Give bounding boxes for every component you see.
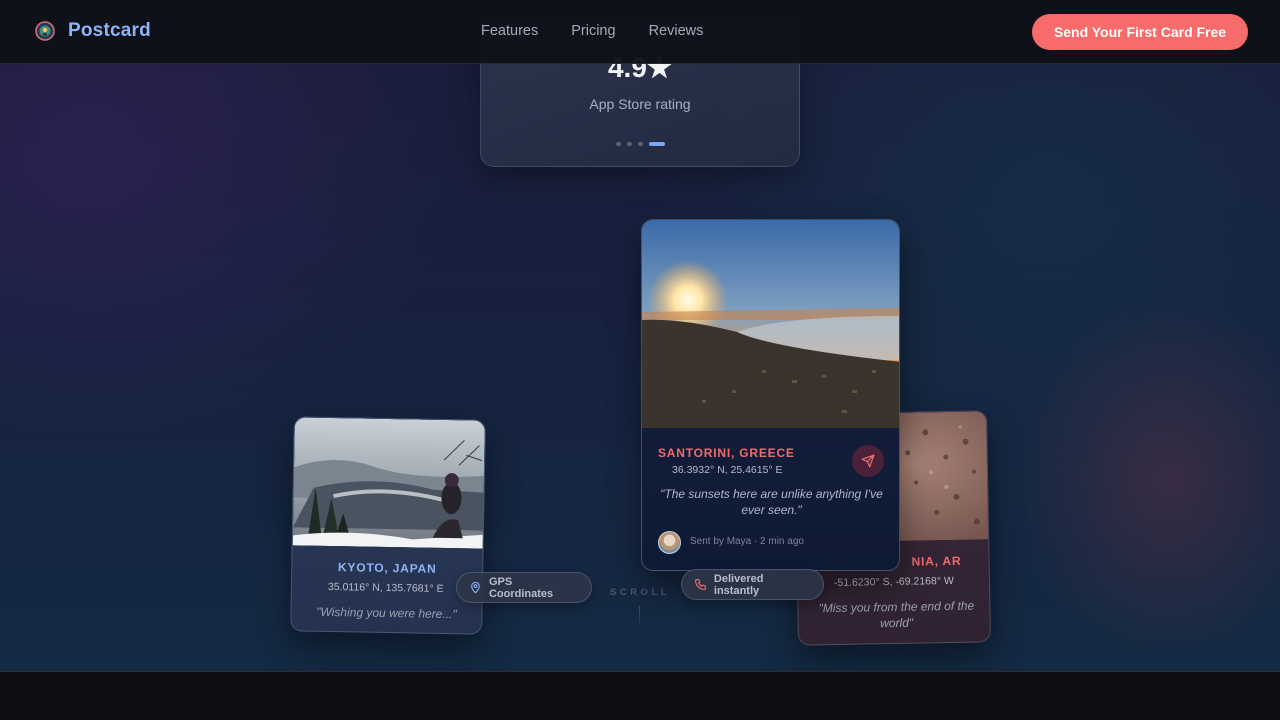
carousel-dot[interactable] (626, 142, 632, 146)
postcard-city: SANTORINI, GREECE (658, 446, 795, 460)
carousel-dots (481, 142, 799, 146)
send-icon (861, 454, 875, 468)
carousel-dot[interactable] (615, 142, 621, 146)
postcard-santorini[interactable]: SANTORINI, GREECE 36.3932° N, 25.4615° E… (641, 219, 900, 571)
postcard-coords: -51.6230° S, -69.2168° W (833, 574, 954, 590)
carousel-dot[interactable] (637, 142, 643, 146)
delivered-instantly-badge: Delivered instantly (681, 569, 824, 600)
postcard-message: "Wishing you were here..." (316, 604, 457, 622)
postcard-coords: 36.3932° N, 25.4615° E (672, 464, 783, 476)
map-pin-icon (471, 581, 480, 594)
sent-by-label: Sent by Maya · 2 min ago (690, 536, 804, 547)
brand-logo[interactable]: Postcard (34, 20, 151, 42)
gps-coordinates-badge: GPS Coordinates (456, 572, 592, 603)
postcard-photo (292, 417, 485, 549)
postcard-message: "Miss you from the end of the world" (818, 598, 975, 631)
postcard-city: NIA, AR (911, 553, 962, 569)
postcard-city: KYOTO, JAPAN (337, 560, 437, 576)
footer-band (0, 672, 1280, 720)
nav-link-pricing[interactable]: Pricing (571, 23, 615, 39)
carousel-dot-active[interactable] (648, 142, 665, 146)
postcard-kyoto[interactable]: KYOTO, JAPAN 35.0116° N, 135.7681° E "Wi… (290, 416, 486, 635)
phone-icon (695, 579, 706, 590)
top-nav: Postcard Features Pricing Reviews Send Y… (0, 0, 1280, 64)
postcard-coords: 35.0116° N, 135.7681° E (327, 580, 444, 595)
send-postcard-button[interactable] (852, 445, 884, 477)
globe-icon (35, 21, 55, 41)
send-first-card-button[interactable]: Send Your First Card Free (1032, 14, 1248, 50)
nav-link-reviews[interactable]: Reviews (649, 23, 704, 39)
scroll-indicator-line (639, 606, 640, 626)
nav-links: Features Pricing Reviews (481, 23, 703, 39)
scroll-indicator-label: SCROLL (610, 587, 671, 598)
postcard-photo (642, 220, 899, 428)
rating-label: App Store rating (589, 96, 691, 112)
gps-coordinates-label: GPS Coordinates (488, 575, 554, 600)
brand-name: Postcard (68, 20, 151, 41)
avatar (658, 531, 681, 554)
nav-link-features[interactable]: Features (481, 23, 538, 39)
postcard-message: "The sunsets here are unlike anything I'… (660, 487, 883, 517)
delivered-instantly-label: Delivered instantly (713, 572, 764, 597)
